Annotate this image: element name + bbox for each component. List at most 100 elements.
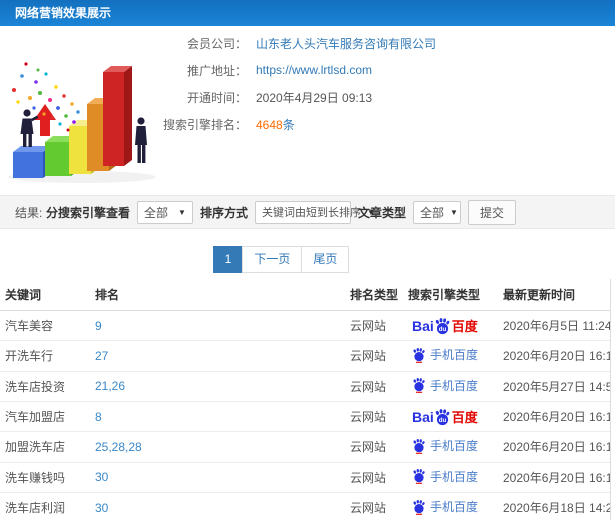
baidu-cn-text: 百度 <box>451 410 478 425</box>
promo-url-label: 推广地址： <box>186 63 247 78</box>
member-company-row: 会员公司： 山东老人头汽车服务咨询有限公司 <box>155 35 436 52</box>
table-body: 汽车美容 9 云网站 Bai du 百度 2020年6月5日 11:24 开洗车行 27 云网站手… <box>0 310 610 520</box>
baidu-cn-text: 百度 <box>451 319 478 334</box>
keyword-cell: 洗车赚钱吗 <box>0 462 90 493</box>
rank-cell[interactable]: 21,26 <box>90 371 345 402</box>
engine-type-cell: 手机百度 <box>403 462 498 493</box>
next-page-button[interactable]: 下一页 <box>242 246 303 273</box>
mobile-baidu-paw-icon <box>413 469 425 484</box>
keyword-cell: 开洗车行 <box>0 340 90 372</box>
updated-cell: 2020年6月20日 16:12 <box>498 401 610 432</box>
businessman-left <box>20 109 39 147</box>
caret-down-icon: ▼ <box>450 207 458 217</box>
keyword-cell: 洗车店利润 <box>0 492 90 520</box>
engine-type-cell: 手机百度 <box>403 340 498 372</box>
mobile-baidu-paw-icon <box>413 438 425 454</box>
mobile-baidu-text: 手机百度 <box>430 439 479 453</box>
updated-cell: 2020年5月27日 14:58 <box>498 371 610 402</box>
baidu-bai-text: Bai <box>412 317 434 334</box>
filter-bar: 结果: 分搜索引擎查看 全部 ▼ 排序方式 关键词由短到长排序 ▼ 文章类型 全… <box>0 195 615 229</box>
rank-type-cell: 云网站 <box>345 340 403 372</box>
baidu-bai-text: Bai <box>412 408 434 425</box>
baidu-paw-icon: du <box>435 408 450 425</box>
open-time-label: 开通时间： <box>186 90 247 105</box>
rank-cell[interactable]: 25,28,28 <box>90 431 345 463</box>
table-row: 开洗车行 27 云网站 手机百度 2020年6月20日 16:16 <box>0 340 610 372</box>
rank-cell[interactable]: 30 <box>90 492 345 520</box>
mobile-baidu-paw-icon <box>413 378 425 393</box>
pagination: 1 下一页 尾页 <box>0 246 589 273</box>
mobile-baidu-text: 手机百度 <box>430 500 479 514</box>
article-type-label: 文章类型 <box>357 205 406 220</box>
svg-text:du: du <box>439 416 447 423</box>
last-page-button[interactable]: 尾页 <box>301 246 350 273</box>
mobile-baidu-paw-icon <box>413 499 425 515</box>
engine-type-cell: 手机百度 <box>403 431 498 463</box>
marketing-report-page: 网络营销效果展示 会员公司： 山东老人头汽车服务咨询有限公司 推广地址： htt… <box>0 0 615 520</box>
sort-select[interactable]: 关键词由短到长排序 ▼ <box>254 200 375 224</box>
up-arrow-icon <box>34 104 56 136</box>
engine-type-cell: 手机百度 <box>403 492 498 520</box>
engine-type-cell: Bai du 百度 <box>403 310 498 341</box>
engine-type-cell: Bai du 百度 <box>403 401 498 432</box>
keyword-cell: 洗车店投资 <box>0 371 90 402</box>
bar-chart-illustration <box>8 62 156 183</box>
header-rank: 排名 <box>90 279 345 311</box>
keyword-cell: 加盟洗车店 <box>0 431 90 463</box>
engine-filter-select[interactable]: 全部 ▼ <box>136 200 193 224</box>
baidu-logo: Bai du 百度 <box>412 316 478 335</box>
table-row: 洗车赚钱吗 30 云网站 手机百度 2020年6月20日 16:12 <box>0 462 610 493</box>
mobile-baidu-logo: 手机百度 <box>412 498 478 515</box>
caret-down-icon: ▼ <box>178 207 186 217</box>
rank-cell[interactable]: 30 <box>90 462 345 493</box>
mobile-baidu-text: 手机百度 <box>430 378 479 393</box>
table-row: 汽车美容 9 云网站 Bai du 百度 2020年6月5日 11:24 <box>0 310 610 341</box>
page-1-button[interactable]: 1 <box>212 246 244 273</box>
mobile-baidu-logo: 手机百度 <box>412 437 478 454</box>
open-time-row: 开通时间： 2020年4月29日 09:13 <box>155 90 436 105</box>
member-company-link[interactable]: 山东老人头汽车服务咨询有限公司 <box>256 35 436 52</box>
engine-rank-row: 搜索引擎排名： 4648条 <box>155 116 436 133</box>
updated-cell: 2020年6月5日 11:24 <box>498 310 610 341</box>
header-rank-type: 排名类型 <box>345 279 403 311</box>
table-row: 洗车店利润 30 云网站 手机百度 2020年6月18日 14:27 <box>0 492 610 520</box>
rank-cell[interactable]: 9 <box>90 310 345 341</box>
rank-type-cell: 云网站 <box>345 401 403 432</box>
member-company-label: 会员公司： <box>186 36 247 51</box>
sort-label: 排序方式 <box>199 205 248 220</box>
open-time-value: 2020年4月29日 09:13 <box>256 90 373 105</box>
mobile-baidu-text: 手机百度 <box>430 348 479 362</box>
engine-filter-value: 全部 <box>143 205 168 220</box>
updated-cell: 2020年6月20日 16:16 <box>498 340 610 372</box>
rank-cell[interactable]: 8 <box>90 401 345 432</box>
engine-rank-value: 4648条 <box>256 116 295 133</box>
businessman-right <box>135 117 147 163</box>
header-engine-type: 搜索引擎类型 <box>403 279 498 311</box>
results-table: 关键词 排名 排名类型 搜索引擎类型 最新更新时间 汽车美容 9 云网站 Bai du 百… <box>0 279 611 520</box>
header-updated: 最新更新时间 <box>498 279 610 311</box>
rank-cell[interactable]: 27 <box>90 340 345 372</box>
engine-filter-label: 分搜索引擎查看 <box>45 205 130 220</box>
updated-cell: 2020年6月20日 16:11 <box>498 431 610 463</box>
mobile-baidu-logo: 手机百度 <box>412 377 478 394</box>
mobile-baidu-logo: 手机百度 <box>412 468 478 485</box>
engine-rank-unit: 条 <box>282 117 295 132</box>
bar-red <box>103 66 132 166</box>
table-header-row: 关键词 排名 排名类型 搜索引擎类型 最新更新时间 <box>0 279 610 311</box>
svg-text:du: du <box>439 325 447 332</box>
filter-controls: 分搜索引擎查看 全部 ▼ 排序方式 关键词由短到长排序 ▼ 文章类型 全部 ▼ … <box>45 199 516 225</box>
account-info: 会员公司： 山东老人头汽车服务咨询有限公司 推广地址： https://www.… <box>155 36 436 144</box>
table-row: 加盟洗车店 25,28,28 云网站 手机百度 2020年6月20日 16:11 <box>0 431 610 463</box>
result-label: 结果: <box>15 205 43 220</box>
submit-button[interactable]: 提交 <box>467 199 516 225</box>
header-keyword: 关键词 <box>0 279 90 311</box>
updated-cell: 2020年6月18日 14:27 <box>498 492 610 520</box>
rank-type-cell: 云网站 <box>345 371 403 402</box>
mobile-baidu-text: 手机百度 <box>430 469 479 484</box>
baidu-paw-icon: du <box>435 317 450 334</box>
promo-url-link[interactable]: https://www.lrtlsd.com <box>256 63 372 77</box>
engine-type-cell: 手机百度 <box>403 371 498 402</box>
engine-rank-label: 搜索引擎排名： <box>162 117 247 132</box>
article-type-select[interactable]: 全部 ▼ <box>412 200 461 224</box>
article-type-value: 全部 <box>419 205 444 220</box>
